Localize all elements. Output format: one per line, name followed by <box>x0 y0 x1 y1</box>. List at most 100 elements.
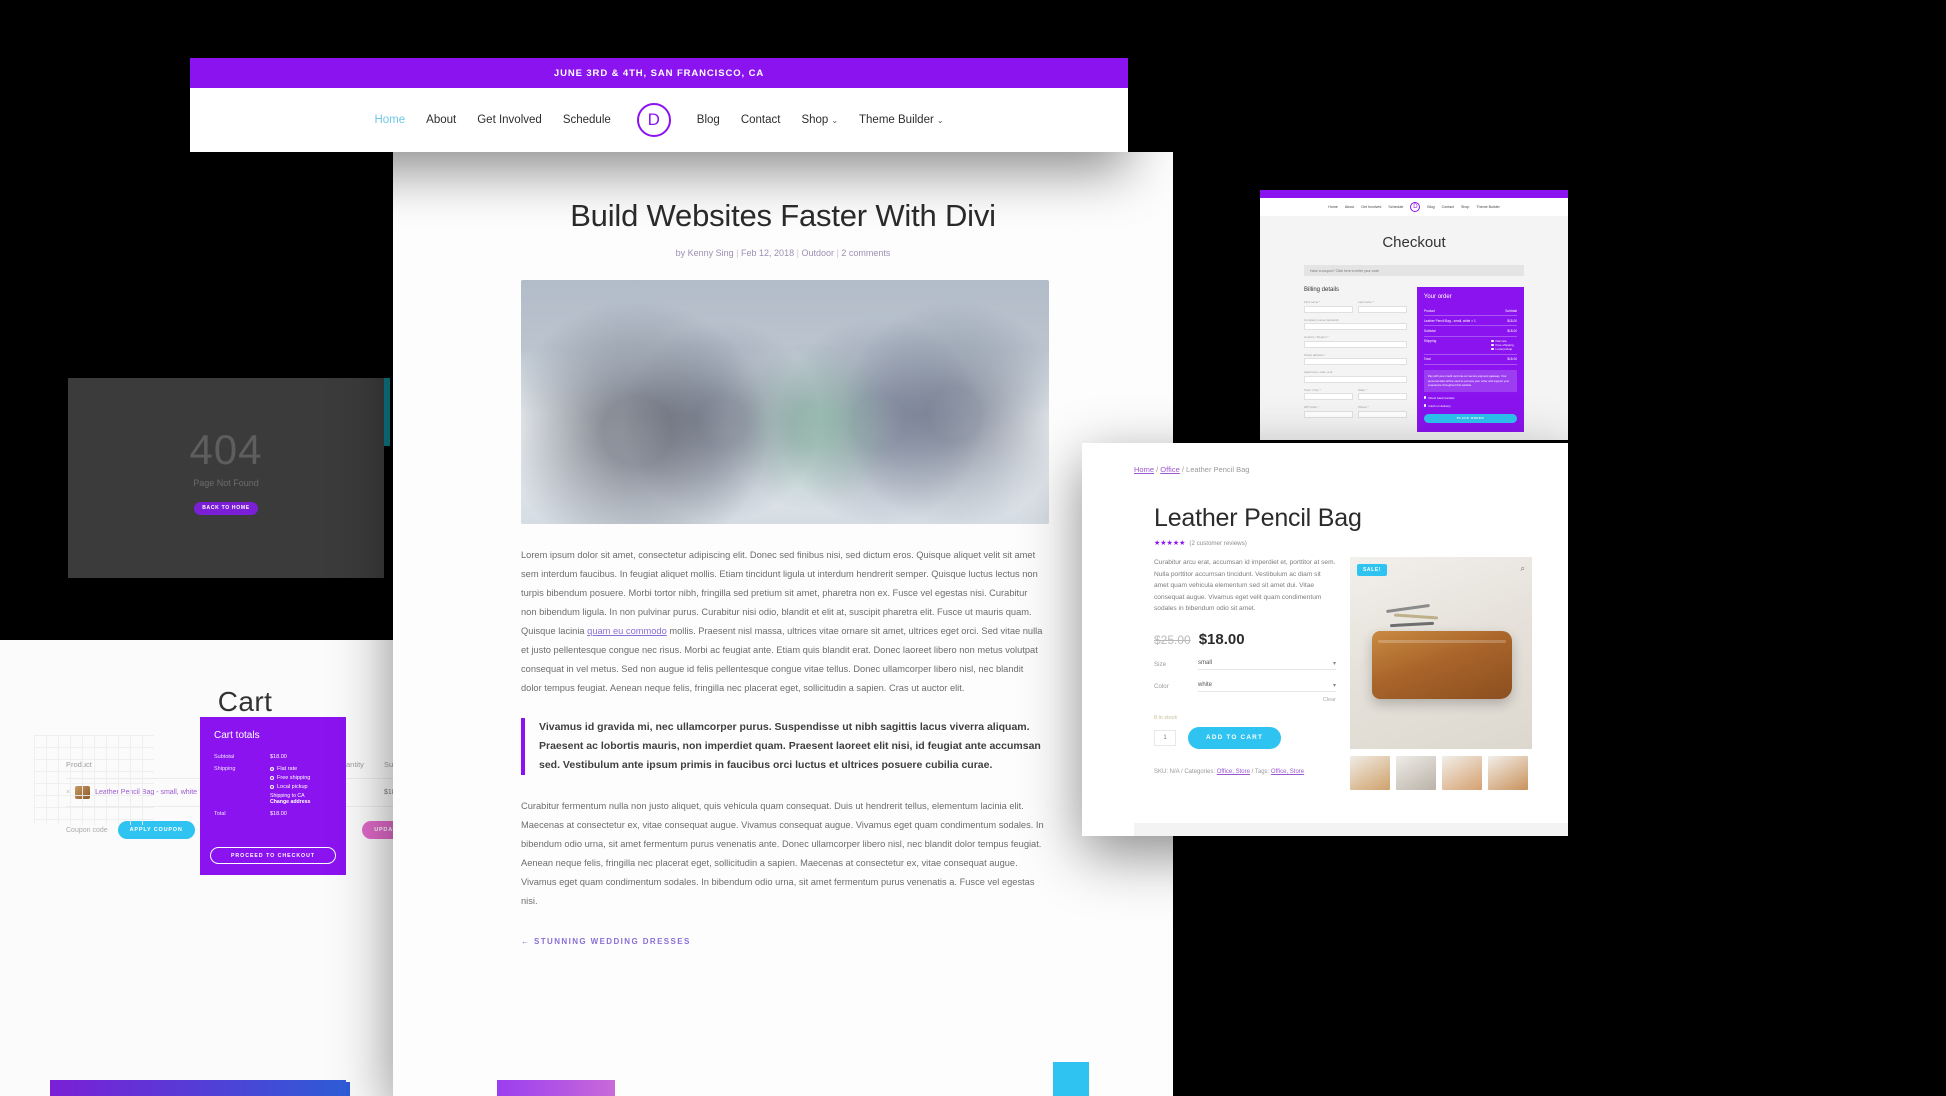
totals-subtotal-label: Subtotal <box>214 754 235 760</box>
field-phone[interactable]: Phone * <box>1357 405 1407 418</box>
radio-icon[interactable] <box>270 776 274 780</box>
nav-item-contact[interactable]: Contact <box>741 114 781 126</box>
select-input[interactable] <box>1357 393 1407 400</box>
change-address-link[interactable]: Change address <box>270 799 332 805</box>
radio-icon[interactable] <box>1423 404 1427 407</box>
text-input[interactable] <box>1304 358 1407 365</box>
meta-comments[interactable]: 2 comments <box>841 248 890 258</box>
radio-icon[interactable] <box>1491 339 1494 343</box>
field-street-address[interactable]: Street address * <box>1304 353 1407 365</box>
text-input[interactable] <box>1304 410 1353 418</box>
product-thumbnail-1[interactable] <box>1350 756 1390 790</box>
field-label: Company name (optional) <box>1304 317 1339 322</box>
product-description: Curabitur arcu erat, accumsan id imperdi… <box>1154 559 1336 613</box>
nav-item-about[interactable]: About <box>426 114 456 126</box>
divi-logo-icon[interactable]: D <box>1410 202 1421 212</box>
add-to-cart-button[interactable]: ADD TO CART <box>1188 726 1282 749</box>
mini-nav-contact[interactable]: Contact <box>1442 205 1454 209</box>
meta-date: Feb 12, 2018 <box>741 248 795 258</box>
radio-icon[interactable] <box>270 767 274 771</box>
option-label: Cash on delivery <box>1428 403 1451 408</box>
text-input[interactable] <box>1304 305 1353 313</box>
field-country[interactable]: Country / Region * <box>1304 335 1407 348</box>
product-thumbnail-gallery <box>1350 756 1534 790</box>
nav-item-schedule[interactable]: Schedule <box>563 114 611 126</box>
shipping-option-free-shipping[interactable]: Free shipping <box>270 775 332 781</box>
quantity-stepper[interactable]: 1 <box>1154 729 1176 746</box>
radio-icon[interactable] <box>1491 347 1494 351</box>
cart-totals-box: Cart totals Subtotal $18.00 Shipping Fla… <box>200 717 346 875</box>
totals-subtotal-value: $18.00 <box>270 754 287 760</box>
main-navigation: Home About Get Involved Schedule D Blog … <box>190 88 1128 152</box>
nav-item-home[interactable]: Home <box>374 114 405 126</box>
field-last-name[interactable]: Last name * <box>1357 300 1407 313</box>
coupon-notice[interactable]: Have a coupon? Click here to enter your … <box>1304 265 1524 276</box>
nav-item-shop[interactable]: Shop ⌄ <box>801 114 838 126</box>
product-rating: ★★★★★ (2 customer reviews) <box>1082 533 1568 548</box>
mini-nav-get-involved[interactable]: Get Involved <box>1361 205 1381 209</box>
order-line-item: Leather Pencil Bag - small, white × 1 $1… <box>1423 316 1517 327</box>
blog-inline-link[interactable]: quam eu commodo <box>587 626 667 636</box>
mini-nav-shop[interactable]: Shop <box>1461 205 1469 209</box>
panel-checkout: Home About Get Involved Schedule D Blog … <box>1260 190 1568 440</box>
mini-nav-about[interactable]: About <box>1345 205 1354 209</box>
product-thumbnail-4[interactable] <box>1488 756 1528 790</box>
mini-nav-schedule[interactable]: Schedule <box>1388 205 1403 209</box>
screenshot-stage: 404 Page Not Found BACK TO HOME Cart Pro… <box>0 0 1946 1096</box>
select-input[interactable] <box>1304 340 1407 348</box>
meta-author[interactable]: by Kenny Sing <box>676 248 734 258</box>
field-apartment[interactable]: Apartment, suite, unit <box>1304 370 1407 383</box>
divi-logo-icon[interactable]: D <box>636 103 671 137</box>
order-subtotal-value: $18.00 <box>1507 328 1517 333</box>
nav-item-theme-builder-label: Theme Builder <box>859 114 934 126</box>
text-input[interactable] <box>1357 410 1407 418</box>
payment-option-bank-transfer[interactable]: Direct bank transfer <box>1423 396 1517 400</box>
mini-nav-home[interactable]: Home <box>1328 205 1338 209</box>
shipping-option-local-pickup[interactable]: Local pickup <box>270 784 332 790</box>
product-price-sale: $18.00 <box>1198 630 1245 648</box>
order-shipping-option-pickup[interactable]: Local pickup <box>1491 347 1517 351</box>
place-order-button[interactable]: PLACE ORDER <box>1423 413 1517 423</box>
breadcrumb-home[interactable]: Home <box>1134 465 1154 474</box>
order-subtotal-row: Subtotal $18.00 <box>1423 326 1517 337</box>
field-first-name[interactable]: First name * <box>1304 300 1353 313</box>
zoom-icon[interactable]: ⌕ <box>1521 564 1525 574</box>
proceed-to-checkout-button[interactable]: PROCEED TO CHECKOUT <box>210 847 336 864</box>
product-main-image[interactable]: SALE! ⌕ <box>1350 557 1532 749</box>
radio-icon[interactable] <box>1423 396 1427 399</box>
breadcrumb-category[interactable]: Office <box>1160 465 1179 474</box>
text-input[interactable] <box>1304 375 1407 383</box>
mini-nav-blog[interactable]: Blog <box>1427 205 1434 209</box>
product-categories-link[interactable]: Office, Store <box>1217 769 1250 775</box>
text-input[interactable] <box>1304 393 1353 400</box>
field-company-name[interactable]: Company name (optional) <box>1304 317 1407 330</box>
mini-nav-theme-builder[interactable]: Theme Builder <box>1476 205 1499 209</box>
size-select[interactable]: small ▾ <box>1198 660 1336 670</box>
product-thumbnail-3[interactable] <box>1442 756 1482 790</box>
nav-item-blog[interactable]: Blog <box>697 114 720 126</box>
radio-icon[interactable] <box>1491 343 1494 347</box>
field-zip-code[interactable]: ZIP Code * <box>1304 405 1353 418</box>
field-state[interactable]: State * <box>1357 388 1407 400</box>
payment-option-cash-on-delivery[interactable]: Cash on delivery <box>1423 403 1517 408</box>
nav-item-get-involved[interactable]: Get Involved <box>477 114 542 126</box>
shipping-option-flat-rate[interactable]: Flat rate <box>270 766 332 772</box>
radio-icon[interactable] <box>270 785 274 789</box>
product-option-color[interactable]: Color white ▾ <box>1154 682 1336 692</box>
product-tags-link[interactable]: Office, Store <box>1271 769 1304 775</box>
color-select[interactable]: white ▾ <box>1198 682 1336 692</box>
text-input[interactable] <box>1357 305 1407 313</box>
field-label: Country / Region * <box>1304 335 1329 339</box>
text-input[interactable] <box>1304 323 1407 330</box>
nav-item-theme-builder[interactable]: Theme Builder ⌄ <box>859 114 944 126</box>
field-town-city[interactable]: Town / City * <box>1304 388 1353 400</box>
clear-options-link[interactable]: Clear <box>1154 697 1336 703</box>
meta-category[interactable]: Outdoor <box>801 248 834 258</box>
review-count-link[interactable]: (2 customer reviews) <box>1189 540 1246 547</box>
product-thumbnail-2[interactable] <box>1396 756 1436 790</box>
previous-post-link[interactable]: ← STUNNING WEDDING DRESSES <box>521 937 1045 946</box>
product-option-size[interactable]: Size small ▾ <box>1154 660 1336 670</box>
star-rating-icon: ★★★★★ <box>1154 540 1186 547</box>
back-to-home-button[interactable]: BACK TO HOME <box>194 502 258 515</box>
decor-bottom-bar <box>1134 823 1568 836</box>
